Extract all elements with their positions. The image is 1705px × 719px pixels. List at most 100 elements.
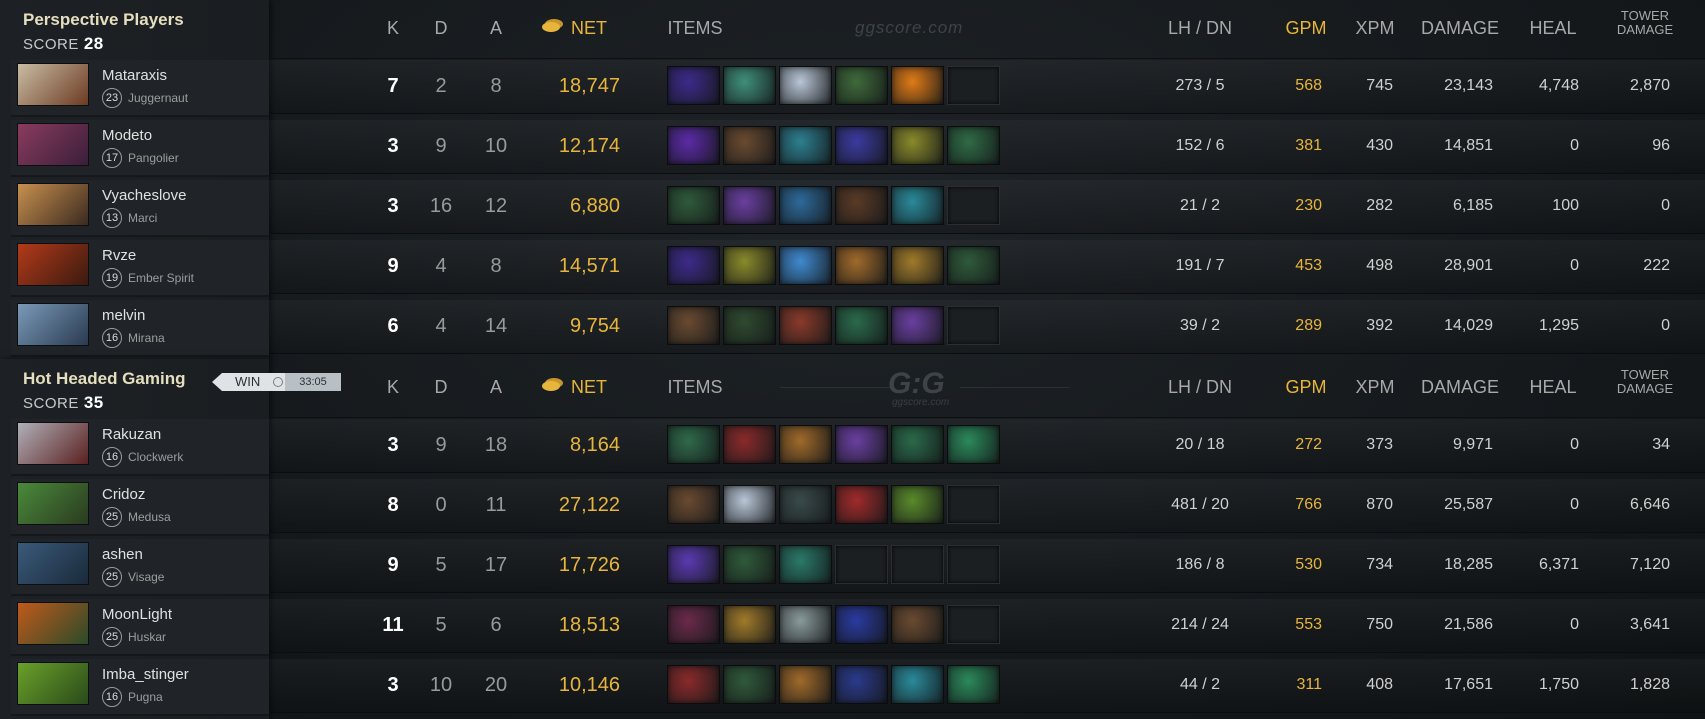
- item-icon[interactable]: [835, 425, 888, 464]
- item-icon[interactable]: [723, 306, 776, 345]
- item-icon[interactable]: [723, 425, 776, 464]
- item-icon[interactable]: [779, 665, 832, 704]
- damage-value: 23,143: [1444, 77, 1493, 94]
- gpm-value: 553: [1295, 616, 1322, 633]
- player-card[interactable]: Imba_stinger 16 Pugna: [11, 659, 269, 716]
- hero-level: 13: [102, 208, 122, 228]
- header-tower: TOWER DAMAGE: [1616, 8, 1674, 37]
- last-hits-denies: 214 / 24: [1171, 616, 1229, 633]
- hero-portrait: [17, 542, 89, 585]
- player-card[interactable]: MoonLight 25 Huskar: [11, 599, 269, 656]
- player-name[interactable]: Rvze: [102, 247, 136, 264]
- item-icon[interactable]: [779, 605, 832, 644]
- player-card[interactable]: Rakuzan 16 Clockwerk: [11, 419, 269, 476]
- item-icon[interactable]: [723, 545, 776, 584]
- last-hits-denies: 186 / 8: [1175, 556, 1225, 573]
- player-name[interactable]: ashen: [102, 546, 143, 563]
- header-heal: HEAL: [1529, 377, 1577, 397]
- hero-name: Clockwerk: [128, 450, 184, 464]
- item-icon[interactable]: [891, 66, 944, 105]
- player-name[interactable]: Imba_stinger: [102, 666, 189, 683]
- item-icon[interactable]: [723, 665, 776, 704]
- damage-value: 6,185: [1452, 197, 1493, 214]
- item-icon[interactable]: [667, 425, 720, 464]
- player-name[interactable]: Cridoz: [102, 486, 145, 503]
- item-icon[interactable]: [891, 246, 944, 285]
- item-icon[interactable]: [667, 126, 720, 165]
- item-icon[interactable]: [723, 126, 776, 165]
- item-icon[interactable]: [723, 485, 776, 524]
- hero-level: 19: [102, 268, 122, 288]
- item-icon[interactable]: [891, 306, 944, 345]
- item-icon[interactable]: [891, 605, 944, 644]
- item-icon[interactable]: [779, 306, 832, 345]
- item-icon[interactable]: [667, 246, 720, 285]
- item-icon[interactable]: [835, 306, 888, 345]
- item-icon[interactable]: [835, 66, 888, 105]
- player-card[interactable]: melvin 16 Mirana: [11, 300, 269, 357]
- item-icon[interactable]: [891, 485, 944, 524]
- player-name[interactable]: Rakuzan: [102, 426, 161, 443]
- item-icon[interactable]: [667, 306, 720, 345]
- player-card[interactable]: ashen 25 Visage: [11, 539, 269, 596]
- hero-portrait: [17, 63, 89, 106]
- item-icon[interactable]: [891, 425, 944, 464]
- net-worth: 18,747: [558, 75, 620, 97]
- kills: 9: [387, 554, 399, 576]
- item-icon[interactable]: [723, 605, 776, 644]
- item-icon[interactable]: [835, 485, 888, 524]
- item-icon[interactable]: [667, 66, 720, 105]
- item-icon[interactable]: [891, 126, 944, 165]
- item-icon[interactable]: [667, 605, 720, 644]
- assists: 8: [490, 255, 502, 277]
- player-card[interactable]: Modeto 17 Pangolier: [11, 120, 269, 177]
- player-card[interactable]: Mataraxis 23 Juggernaut: [11, 60, 269, 117]
- item-icon[interactable]: [667, 186, 720, 225]
- item-icon[interactable]: [947, 126, 1000, 165]
- item-icon[interactable]: [779, 425, 832, 464]
- player-card[interactable]: Cridoz 25 Medusa: [11, 479, 269, 536]
- item-icon[interactable]: [667, 545, 720, 584]
- item-icon[interactable]: [779, 126, 832, 165]
- item-icon[interactable]: [667, 485, 720, 524]
- item-icon[interactable]: [891, 186, 944, 225]
- header-gpm: GPM: [1285, 18, 1327, 38]
- hero-name: Pugna: [128, 690, 163, 704]
- player-card[interactable]: Rvze 19 Ember Spirit: [11, 240, 269, 297]
- item-icon[interactable]: [723, 186, 776, 225]
- player-name[interactable]: Modeto: [102, 127, 152, 144]
- player-name[interactable]: MoonLight: [102, 606, 172, 623]
- item-icon[interactable]: [779, 485, 832, 524]
- player-name[interactable]: Mataraxis: [102, 67, 167, 84]
- item-icon[interactable]: [723, 66, 776, 105]
- hero-level: 17: [102, 148, 122, 168]
- player-row: Rakuzan 16 Clockwerk 3 9 18 8,164 20 / 18 272 373…: [0, 419, 1705, 476]
- item-icon[interactable]: [667, 665, 720, 704]
- header-net: NET: [571, 377, 607, 397]
- player-name[interactable]: melvin: [102, 307, 145, 324]
- item-icon[interactable]: [723, 246, 776, 285]
- item-icon[interactable]: [779, 186, 832, 225]
- item-icon[interactable]: [947, 425, 1000, 464]
- item-icon[interactable]: [835, 605, 888, 644]
- item-icon[interactable]: [891, 665, 944, 704]
- item-icon[interactable]: [835, 126, 888, 165]
- item-icon[interactable]: [835, 246, 888, 285]
- hero-portrait: [17, 243, 89, 286]
- score-value: 28: [83, 34, 104, 53]
- hero-name: Mirana: [128, 331, 165, 345]
- player-name[interactable]: Vyacheslove: [102, 187, 187, 204]
- item-icon[interactable]: [779, 66, 832, 105]
- item-icon[interactable]: [947, 246, 1000, 285]
- last-hits-denies: 21 / 2: [1179, 197, 1221, 214]
- damage-value: 28,901: [1444, 257, 1493, 274]
- item-icon[interactable]: [779, 246, 832, 285]
- player-row: Modeto 17 Pangolier 3 9 10 12,174 152 / 6 381 430…: [0, 120, 1705, 177]
- player-card[interactable]: Vyacheslove 13 Marci: [11, 180, 269, 237]
- hero-portrait: [17, 123, 89, 166]
- tower-damage-value: 222: [1643, 257, 1670, 274]
- item-icon[interactable]: [835, 665, 888, 704]
- item-icon[interactable]: [779, 545, 832, 584]
- item-icon[interactable]: [947, 665, 1000, 704]
- item-icon[interactable]: [835, 186, 888, 225]
